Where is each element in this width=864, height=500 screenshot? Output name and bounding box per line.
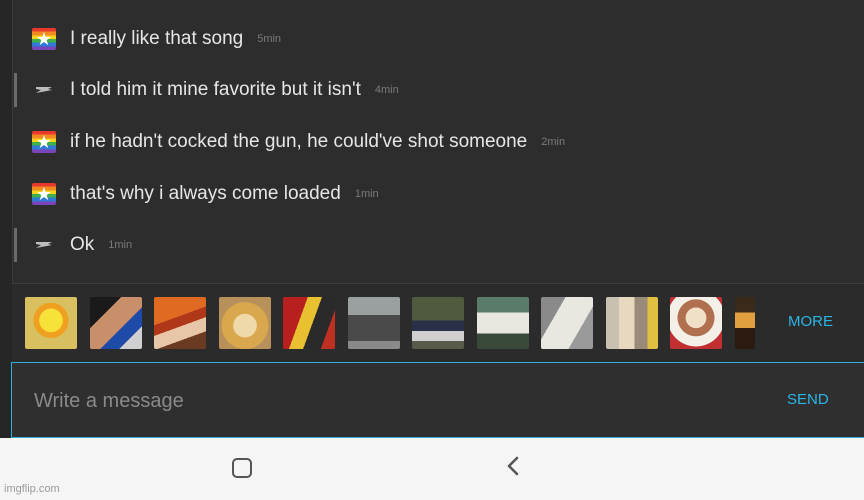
change-my-mind-meme[interactable]: [412, 297, 464, 349]
rainbow-star-flag-icon[interactable]: ★: [32, 130, 56, 154]
message-timestamp: 1min: [354, 187, 379, 200]
message-body: I told him it mine favorite but it isn't: [70, 79, 361, 100]
message-row: I told him it mine favorite but it isn't…: [14, 65, 864, 115]
gray-emblem-icon[interactable]: [32, 233, 56, 257]
more-button[interactable]: MORE: [788, 313, 833, 330]
buddy-christ-meme[interactable]: [670, 297, 722, 349]
message-row: Ok 1min: [14, 220, 864, 270]
send-button[interactable]: SEND: [787, 391, 829, 408]
bernie-sitting-meme[interactable]: [348, 297, 400, 349]
rainbow-star-flag-icon[interactable]: ★: [32, 182, 56, 206]
message-text: Ok 1min: [70, 234, 132, 256]
message-body: that's why i always come loaded: [70, 183, 341, 204]
spongebob-imagination-meme[interactable]: [25, 297, 77, 349]
message-timestamp: 2min: [541, 135, 566, 148]
disaster-girl-meme[interactable]: [154, 297, 206, 349]
unsettled-tom-meme[interactable]: [541, 297, 593, 349]
message-row: ★ I really like that song 5min: [14, 14, 864, 64]
message-text: if he hadn't cocked the gun, he could've…: [70, 131, 565, 153]
message-text: that's why i always come loaded 1min: [70, 183, 379, 205]
rainbow-star-flag-icon[interactable]: ★: [32, 27, 56, 51]
watermark: imgflip.com: [4, 483, 60, 495]
partial-thumbnail[interactable]: [735, 297, 755, 349]
message-timestamp: 4min: [374, 83, 399, 96]
message-row: ★ that's why i always come loaded 1min: [14, 169, 864, 219]
home-icon[interactable]: [232, 458, 252, 478]
message-timestamp: 5min: [257, 32, 282, 45]
meme-strip: MORE: [12, 284, 864, 362]
message-input[interactable]: [32, 385, 736, 417]
back-chevron-icon[interactable]: [503, 454, 523, 478]
waiting-skeleton-meme[interactable]: [477, 297, 529, 349]
is-this-a-pigeon-meme[interactable]: [606, 297, 658, 349]
message-timestamp: 1min: [108, 238, 133, 251]
gray-emblem-icon[interactable]: [32, 78, 56, 102]
batman-slapping-robin-meme[interactable]: [283, 297, 335, 349]
message-text: I told him it mine favorite but it isn't…: [70, 79, 399, 101]
doge-meme[interactable]: [219, 297, 271, 349]
hand-pressing-button-meme[interactable]: [90, 297, 142, 349]
own-message-indicator: [14, 73, 17, 107]
message-composer: SEND: [11, 362, 864, 438]
message-body: if he hadn't cocked the gun, he could've…: [70, 131, 528, 152]
message-body: I really like that song: [70, 28, 244, 49]
message-text: I really like that song 5min: [70, 28, 281, 50]
own-message-indicator: [14, 228, 17, 262]
chat-panel: ★ I really like that song 5min I told him…: [0, 0, 864, 438]
message-row: ★ if he hadn't cocked the gun, he could'…: [14, 117, 864, 167]
message-body: Ok: [70, 234, 95, 255]
system-nav-bar: [0, 438, 864, 500]
